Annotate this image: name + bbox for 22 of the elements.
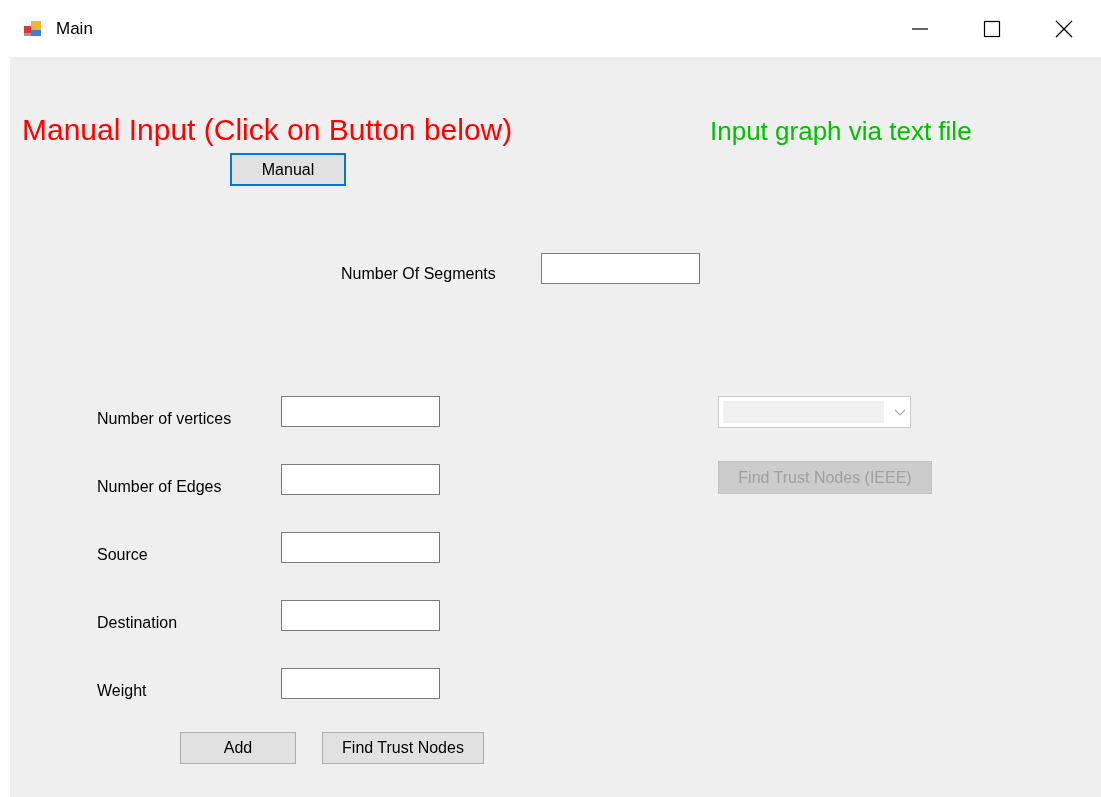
file-heading: Input graph via text file (710, 116, 972, 147)
input-field[interactable] (281, 600, 440, 631)
manual-button[interactable]: Manual (230, 153, 346, 186)
field-label: Destination (97, 613, 179, 632)
input-field[interactable] (281, 396, 440, 427)
segments-label: Number Of Segments (341, 264, 497, 283)
action-button[interactable]: Find Trust Nodes (322, 732, 484, 764)
window-title: Main (56, 18, 93, 39)
field-label: Source (97, 545, 149, 564)
input-field[interactable] (281, 532, 440, 563)
input-field[interactable] (281, 464, 440, 495)
chevron-icon (894, 408, 906, 416)
close-icon[interactable] (1055, 19, 1073, 38)
input-field[interactable] (281, 668, 440, 699)
field-label: Number of vertices (97, 409, 233, 428)
action-button[interactable]: Add (180, 732, 296, 764)
manual-heading: Manual Input (Click on Button below) (22, 113, 514, 147)
app-icon (24, 20, 42, 37)
maximize-icon[interactable] (983, 19, 1001, 38)
field-label: Weight (97, 681, 148, 700)
field-label: Number of Edges (97, 477, 223, 496)
segments-field[interactable] (541, 253, 700, 284)
